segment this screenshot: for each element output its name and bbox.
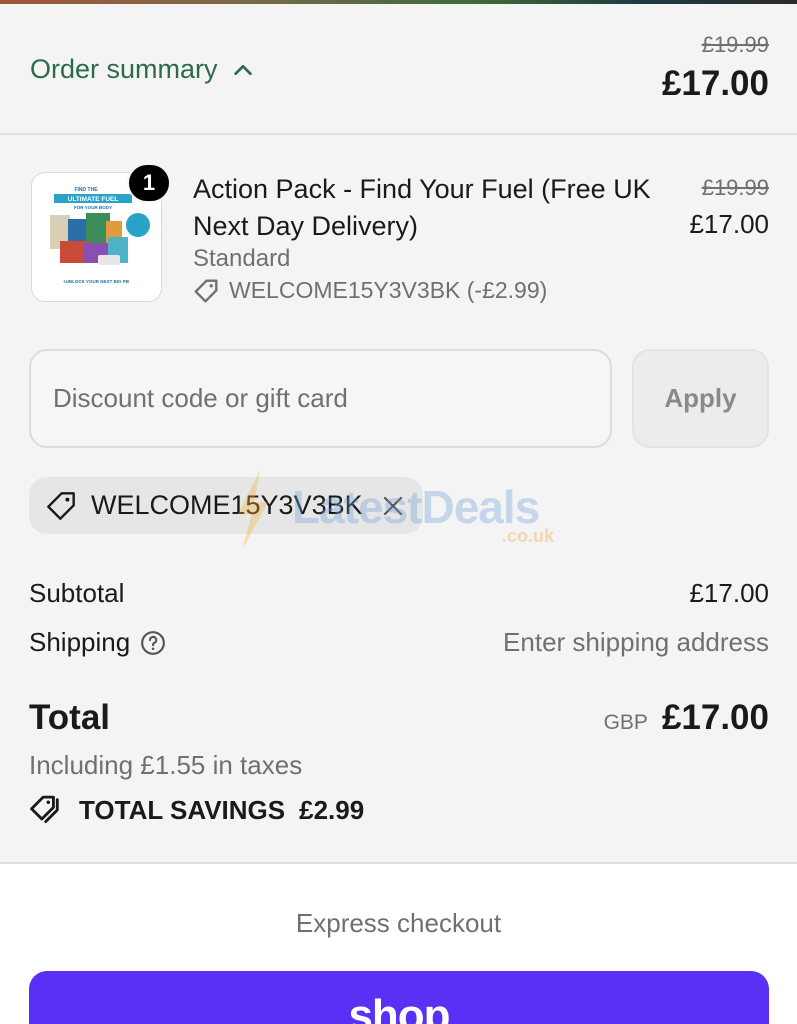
product-discount-line: WELCOME15Y3V3BK (-£2.99) bbox=[193, 277, 547, 304]
subtotal-label: Subtotal bbox=[29, 578, 125, 608]
express-checkout-label: Express checkout bbox=[295, 908, 502, 938]
header-original-price: £19.99 bbox=[701, 32, 769, 57]
quantity-badge: 1 bbox=[127, 163, 171, 203]
close-icon[interactable] bbox=[381, 494, 405, 518]
product-variant: Standard bbox=[193, 245, 291, 272]
total-savings: TOTAL SAVINGS £2.99 bbox=[29, 794, 364, 826]
tag-icon bbox=[47, 491, 75, 520]
shipping-value: Enter shipping address bbox=[503, 627, 769, 657]
order-summary-toggle[interactable]: Order summary bbox=[30, 54, 254, 85]
thumb-bottom-text: +UNLOCK YOUR NEXT BIG PB bbox=[63, 279, 130, 284]
express-checkout-panel: Express checkout shop bbox=[0, 862, 797, 1024]
order-summary-header[interactable]: Order summary £19.99 £17.00 bbox=[0, 4, 797, 135]
savings-label: TOTAL SAVINGS bbox=[79, 794, 286, 825]
thumb-banner-text: ULTIMATE FUEL bbox=[68, 196, 119, 203]
product-title: Action Pack - Find Your Fuel (Free UK Ne… bbox=[193, 174, 651, 241]
applied-discount-chip: WELCOME15Y3V3BK bbox=[29, 477, 423, 534]
applied-discount-code: WELCOME15Y3V3BK bbox=[91, 490, 363, 520]
help-circle-icon[interactable] bbox=[140, 630, 166, 656]
discount-code-input[interactable] bbox=[29, 349, 612, 448]
watermark-sub: .co.uk bbox=[502, 526, 555, 546]
shipping-row: Shipping Enter shipping address bbox=[29, 627, 769, 658]
total-value: £17.00 bbox=[661, 698, 769, 737]
taxes-note: Including £1.55 in taxes bbox=[29, 750, 303, 780]
chevron-up-icon bbox=[233, 64, 252, 75]
product-original-price: £19.99 bbox=[701, 175, 769, 200]
thumb-sub-text: FOR YOUR BODY bbox=[74, 205, 112, 210]
shipping-label: Shipping bbox=[29, 627, 131, 657]
header-price: £17.00 bbox=[661, 64, 769, 103]
product-line-item: FIND THE ULTIMATE FUEL FOR YOUR BODY +UN… bbox=[0, 137, 797, 317]
thumb-top-text: FIND THE bbox=[74, 187, 98, 193]
shop-pay-button[interactable]: shop bbox=[29, 971, 769, 1024]
product-discount-text: WELCOME15Y3V3BK (-£2.99) bbox=[229, 277, 548, 303]
shop-pay-logo: shop bbox=[348, 991, 450, 1024]
savings-value: £2.99 bbox=[299, 794, 365, 825]
subtotal-value: £17.00 bbox=[689, 578, 769, 608]
tag-icon bbox=[194, 279, 218, 302]
total-label: Total bbox=[29, 698, 111, 737]
total-amount-group: GBP £17.00 bbox=[604, 698, 769, 738]
subtotal-row: Subtotal £17.00 bbox=[29, 578, 769, 609]
product-price: £17.00 bbox=[689, 209, 769, 239]
currency-code: GBP bbox=[603, 711, 648, 734]
order-summary-label: Order summary bbox=[30, 54, 218, 84]
tags-icon bbox=[30, 795, 59, 823]
shipping-label-group: Shipping bbox=[29, 627, 166, 658]
apply-button[interactable]: Apply bbox=[632, 349, 769, 448]
